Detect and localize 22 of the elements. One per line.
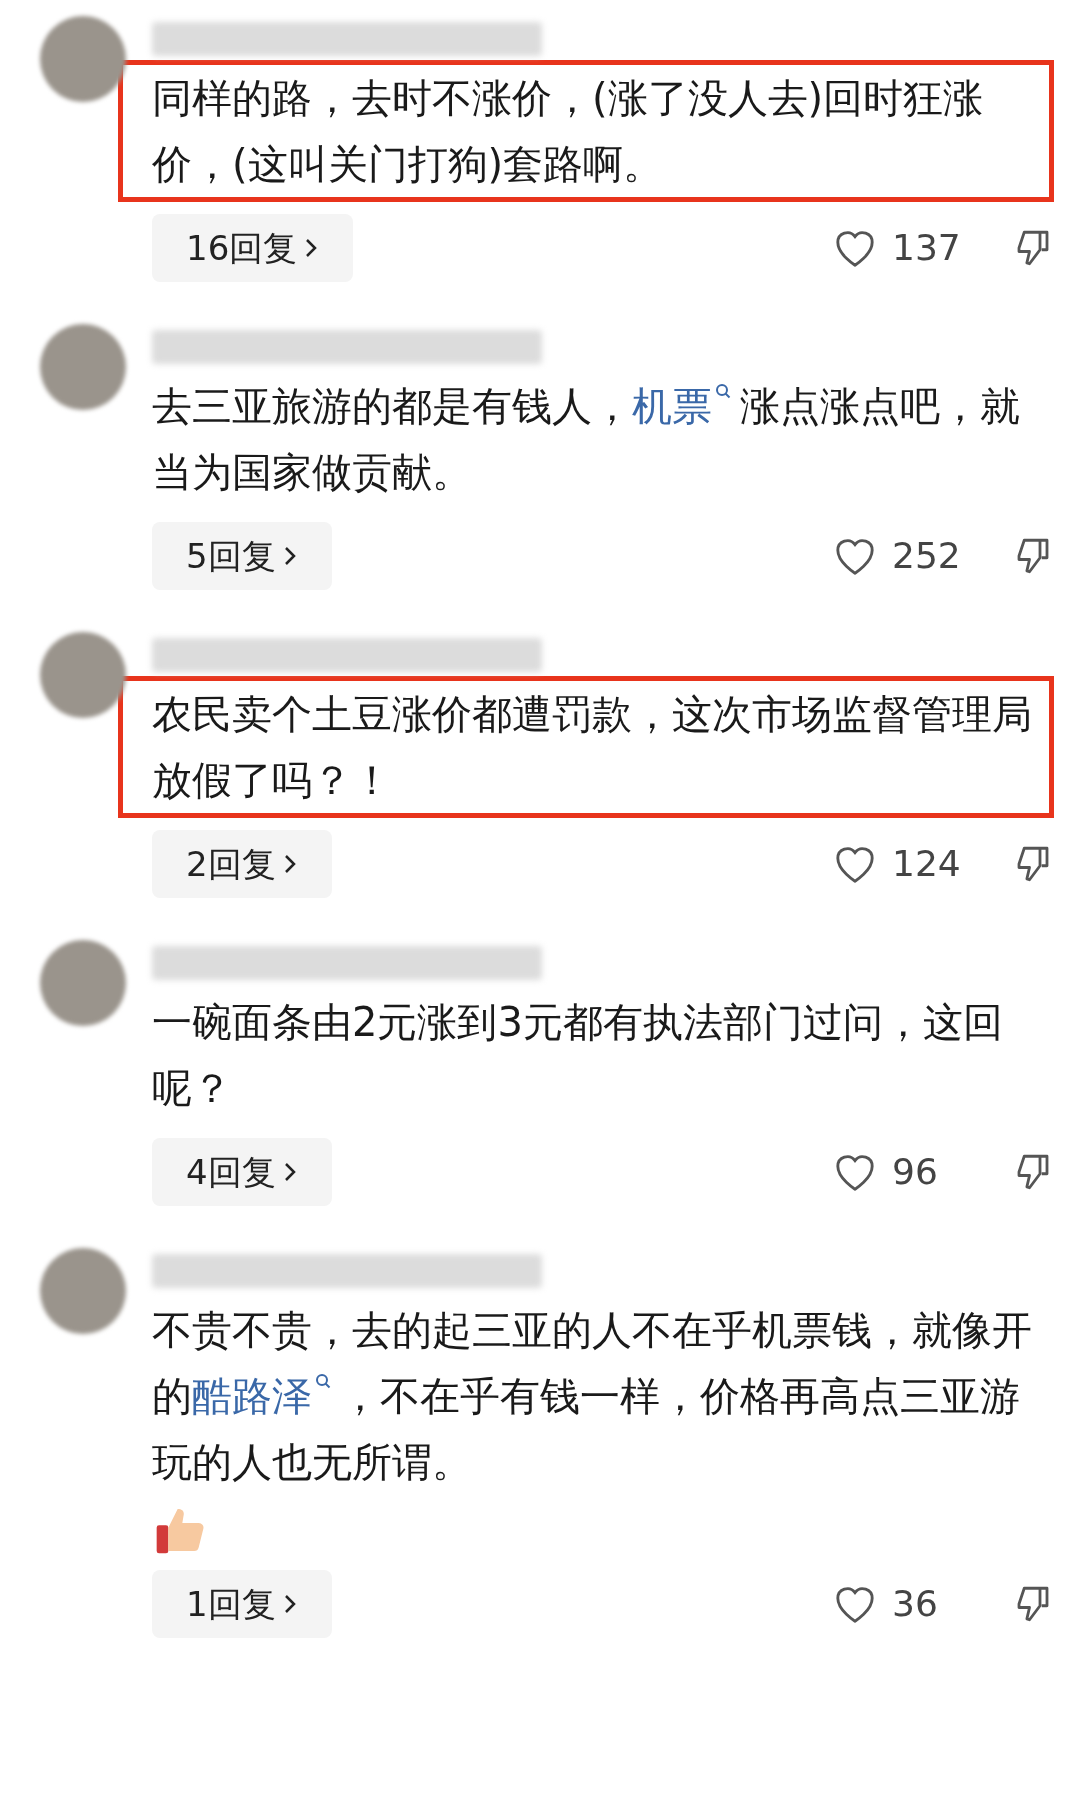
comment-text: 农民卖个土豆涨价都遭罚款，这次市场监督管理局放假了吗？！: [152, 690, 1032, 805]
like-count: 36: [892, 1582, 939, 1626]
like-count: 137: [892, 226, 962, 270]
like-count: 96: [892, 1150, 939, 1194]
replies-button[interactable]: 4回复: [152, 1138, 332, 1206]
replies-button[interactable]: 2回复: [152, 830, 332, 898]
avatar[interactable]: [40, 324, 126, 410]
comment-text: 同样的路，去时不涨价，(涨了没人去)回时狂涨价，(这叫关门打狗)套路啊。: [152, 74, 985, 189]
like-count: 252: [892, 534, 962, 578]
keyword-link[interactable]: 酷路泽: [192, 1373, 340, 1419]
avatar[interactable]: [40, 1248, 126, 1334]
keyword-link[interactable]: 机票: [632, 383, 740, 429]
replies-button[interactable]: 5回复: [152, 522, 332, 590]
avatar[interactable]: [40, 16, 126, 102]
like-count: 124: [892, 842, 962, 886]
replies-button[interactable]: 1回复: [152, 1570, 332, 1638]
avatar[interactable]: [40, 940, 126, 1026]
comment-text: 去三亚旅游的都是有钱人，机票 涨点涨点吧，就当为国家做贡献。: [152, 382, 1021, 497]
avatar[interactable]: [40, 632, 126, 718]
comment-text: 一碗面条由2元涨到3元都有执法部门过问，这回呢？: [152, 998, 1004, 1113]
comment-text: 不贵不贵，去的起三亚的人不在乎机票钱，就像开的酷路泽 ，不在乎有钱一样，价格再高点三亚游玩的人也无所谓。: [152, 1306, 1032, 1487]
replies-button[interactable]: 16回复: [152, 214, 354, 282]
